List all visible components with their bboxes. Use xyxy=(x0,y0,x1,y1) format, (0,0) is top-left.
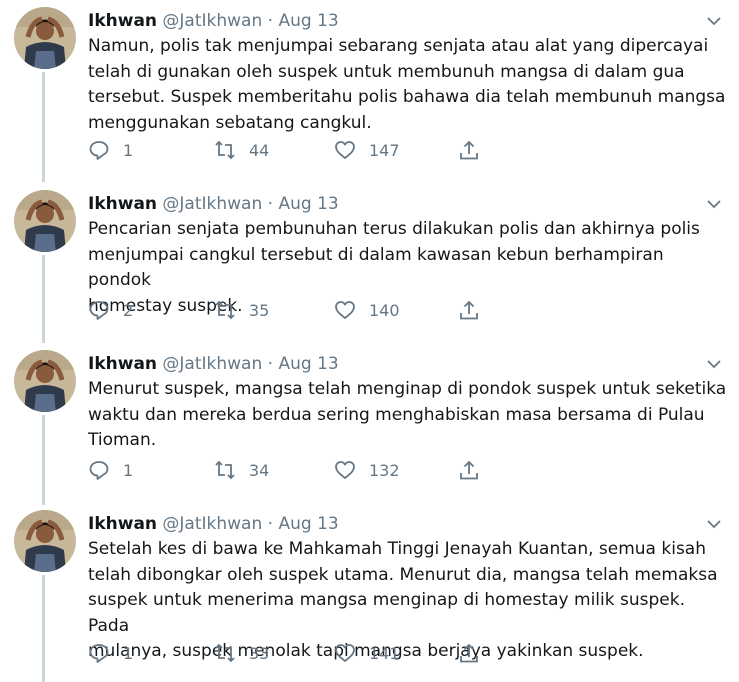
reply-button[interactable]: 1 xyxy=(88,459,133,481)
retweet-button[interactable]: 35 xyxy=(214,299,269,321)
author-name[interactable]: Ikhwan xyxy=(88,11,157,31)
retweet-button[interactable]: 34 xyxy=(214,459,269,481)
tweet[interactable]: Ikhwan @JatIkhwan · Aug 13 Setelah kes d… xyxy=(0,507,739,682)
retweet-button[interactable]: 33 xyxy=(214,642,269,664)
avatar-image xyxy=(14,510,76,572)
tweet-actions: 1 33 141 xyxy=(88,642,498,670)
share-icon xyxy=(460,140,478,160)
separator: · xyxy=(267,194,274,214)
share-icon xyxy=(460,643,478,663)
reply-icon xyxy=(89,644,109,663)
reply-icon xyxy=(89,141,109,160)
avatar-image xyxy=(14,7,76,69)
share-button[interactable] xyxy=(458,299,480,321)
tweet[interactable]: Ikhwan @JatIkhwan · Aug 13 Pencarian sen… xyxy=(0,187,739,337)
heart-icon xyxy=(335,141,355,159)
avatar[interactable] xyxy=(14,190,76,252)
chevron-down-icon[interactable] xyxy=(706,517,722,531)
like-count: 132 xyxy=(369,460,400,480)
tweet-header: Ikhwan @JatIkhwan · Aug 13 xyxy=(88,353,339,375)
tweet-actions: 1 34 132 xyxy=(88,459,498,487)
like-button[interactable]: 140 xyxy=(334,299,400,321)
author-handle[interactable]: @JatIkhwan xyxy=(162,194,262,214)
like-button[interactable]: 141 xyxy=(334,642,400,664)
tweet-date[interactable]: Aug 13 xyxy=(278,354,338,374)
tweet[interactable]: Ikhwan @JatIkhwan · Aug 13 Menurut suspe… xyxy=(0,347,739,497)
reply-button[interactable]: 2 xyxy=(88,299,133,321)
like-count: 141 xyxy=(369,643,400,663)
reply-icon xyxy=(89,461,109,480)
tweet-text: Namun, polis tak menjumpai sebarang senj… xyxy=(88,36,726,133)
reply-count: 1 xyxy=(123,460,134,480)
tweet-date[interactable]: Aug 13 xyxy=(278,194,338,214)
retweet-icon xyxy=(215,460,235,480)
tweet-date[interactable]: Aug 13 xyxy=(278,11,338,31)
retweet-icon xyxy=(215,300,235,320)
heart-icon xyxy=(335,461,355,479)
like-button[interactable]: 132 xyxy=(334,459,400,481)
retweet-icon xyxy=(215,643,235,663)
tweet-text: Menurut suspek, mangsa telah menginap di… xyxy=(88,379,727,451)
tweet-actions: 1 44 147 xyxy=(88,139,498,167)
share-button[interactable] xyxy=(458,459,480,481)
share-icon xyxy=(460,300,478,320)
author-name[interactable]: Ikhwan xyxy=(88,354,157,374)
reply-count: 1 xyxy=(123,140,134,160)
chevron-down-icon[interactable] xyxy=(706,357,722,371)
share-button[interactable] xyxy=(458,139,480,161)
retweet-count: 33 xyxy=(249,643,270,663)
retweet-count: 44 xyxy=(249,140,270,160)
author-handle[interactable]: @JatIkhwan xyxy=(162,11,262,31)
reply-count: 2 xyxy=(123,300,134,320)
author-handle[interactable]: @JatIkhwan xyxy=(162,514,262,534)
tweet-header: Ikhwan @JatIkhwan · Aug 13 xyxy=(88,513,339,535)
avatar-image xyxy=(14,190,76,252)
reply-button[interactable]: 1 xyxy=(88,642,133,664)
heart-icon xyxy=(335,301,355,319)
tweet-header: Ikhwan @JatIkhwan · Aug 13 xyxy=(88,193,339,215)
separator: · xyxy=(267,354,274,374)
chevron-down-icon[interactable] xyxy=(706,197,722,211)
like-count: 147 xyxy=(369,140,400,160)
reply-button[interactable]: 1 xyxy=(88,139,133,161)
retweet-count: 34 xyxy=(249,460,270,480)
retweet-icon xyxy=(215,140,235,160)
author-handle[interactable]: @JatIkhwan xyxy=(162,354,262,374)
share-button[interactable] xyxy=(458,642,480,664)
avatar-image xyxy=(14,350,76,412)
separator: · xyxy=(267,11,274,31)
tweet-date[interactable]: Aug 13 xyxy=(278,514,338,534)
tweet-actions: 2 35 140 xyxy=(88,299,498,327)
heart-icon xyxy=(335,644,355,662)
separator: · xyxy=(267,514,274,534)
author-name[interactable]: Ikhwan xyxy=(88,194,157,214)
reply-count: 1 xyxy=(123,643,134,663)
like-button[interactable]: 147 xyxy=(334,139,400,161)
retweet-button[interactable]: 44 xyxy=(214,139,269,161)
reply-icon xyxy=(89,301,109,320)
tweet-header: Ikhwan @JatIkhwan · Aug 13 xyxy=(88,10,339,32)
tweet[interactable]: Ikhwan @JatIkhwan · Aug 13 Namun, polis … xyxy=(0,4,739,176)
share-icon xyxy=(460,460,478,480)
author-name[interactable]: Ikhwan xyxy=(88,514,157,534)
chevron-down-icon[interactable] xyxy=(706,14,722,28)
avatar[interactable] xyxy=(14,510,76,572)
avatar[interactable] xyxy=(14,7,76,69)
avatar[interactable] xyxy=(14,350,76,412)
like-count: 140 xyxy=(369,300,400,320)
retweet-count: 35 xyxy=(249,300,270,320)
